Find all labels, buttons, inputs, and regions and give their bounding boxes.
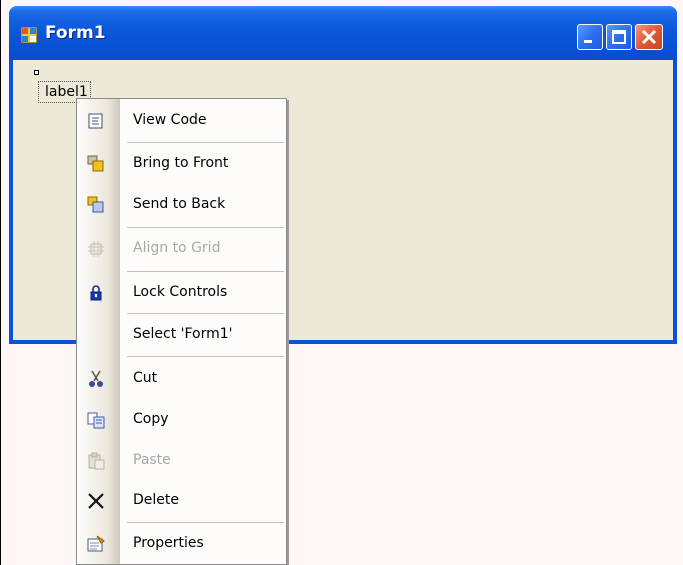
delete-x-icon <box>88 493 104 509</box>
form-app-icon <box>21 27 37 43</box>
menu-item-paste[interactable]: Paste <box>77 444 286 478</box>
menu-item-cut[interactable]: Cut <box>77 362 286 396</box>
scissors-icon <box>89 370 103 387</box>
paste-icon <box>88 452 105 470</box>
title-bar[interactable]: Form1 <box>9 6 677 60</box>
menu-separator <box>127 142 284 143</box>
minimize-button[interactable] <box>577 24 603 50</box>
menu-separator <box>127 313 284 314</box>
menu-separator <box>127 356 284 357</box>
maximize-icon <box>612 30 626 44</box>
view-code-icon <box>88 113 103 129</box>
properties-icon <box>87 535 105 552</box>
menu-item-label: Select 'Form1' <box>133 326 233 342</box>
menu-item-label: Cut <box>133 370 158 386</box>
menu-item-label: Properties <box>133 535 204 551</box>
menu-item-label: Copy <box>133 411 169 427</box>
menu-item-select-form1[interactable]: Select 'Form1' <box>77 318 286 352</box>
bring-to-front-icon <box>87 155 104 172</box>
window-title: Form1 <box>45 23 106 43</box>
close-icon <box>641 29 657 45</box>
menu-separator <box>127 522 284 523</box>
menu-item-label: Paste <box>133 452 171 468</box>
menu-item-label: Align to Grid <box>133 240 221 256</box>
context-menu: View Code Bring to Front Send to Back Al… <box>76 98 287 565</box>
menu-item-align-to-grid[interactable]: Align to Grid <box>77 232 286 266</box>
copy-icon <box>87 412 105 429</box>
align-to-grid-icon <box>88 241 104 257</box>
designer-left-border <box>0 0 1 565</box>
menu-item-view-code[interactable]: View Code <box>77 104 286 138</box>
menu-item-label: Lock Controls <box>133 284 228 300</box>
menu-item-delete[interactable]: Delete <box>77 484 286 518</box>
menu-item-label: Bring to Front <box>133 155 229 171</box>
menu-item-label: Delete <box>133 492 179 508</box>
minimize-icon <box>584 40 592 43</box>
selection-grip[interactable] <box>34 70 39 75</box>
menu-item-properties[interactable]: Properties <box>77 527 286 561</box>
maximize-button[interactable] <box>606 24 632 50</box>
menu-item-lock-controls[interactable]: Lock Controls <box>77 276 286 310</box>
menu-separator <box>127 271 284 272</box>
send-to-back-icon <box>87 196 104 213</box>
menu-item-label: Send to Back <box>133 196 226 212</box>
menu-item-send-to-back[interactable]: Send to Back <box>77 188 286 222</box>
menu-item-bring-to-front[interactable]: Bring to Front <box>77 147 286 181</box>
close-button[interactable] <box>635 24 663 50</box>
lock-icon <box>90 285 102 301</box>
menu-item-copy[interactable]: Copy <box>77 403 286 437</box>
menu-item-label: View Code <box>133 112 207 128</box>
menu-separator <box>127 227 284 228</box>
